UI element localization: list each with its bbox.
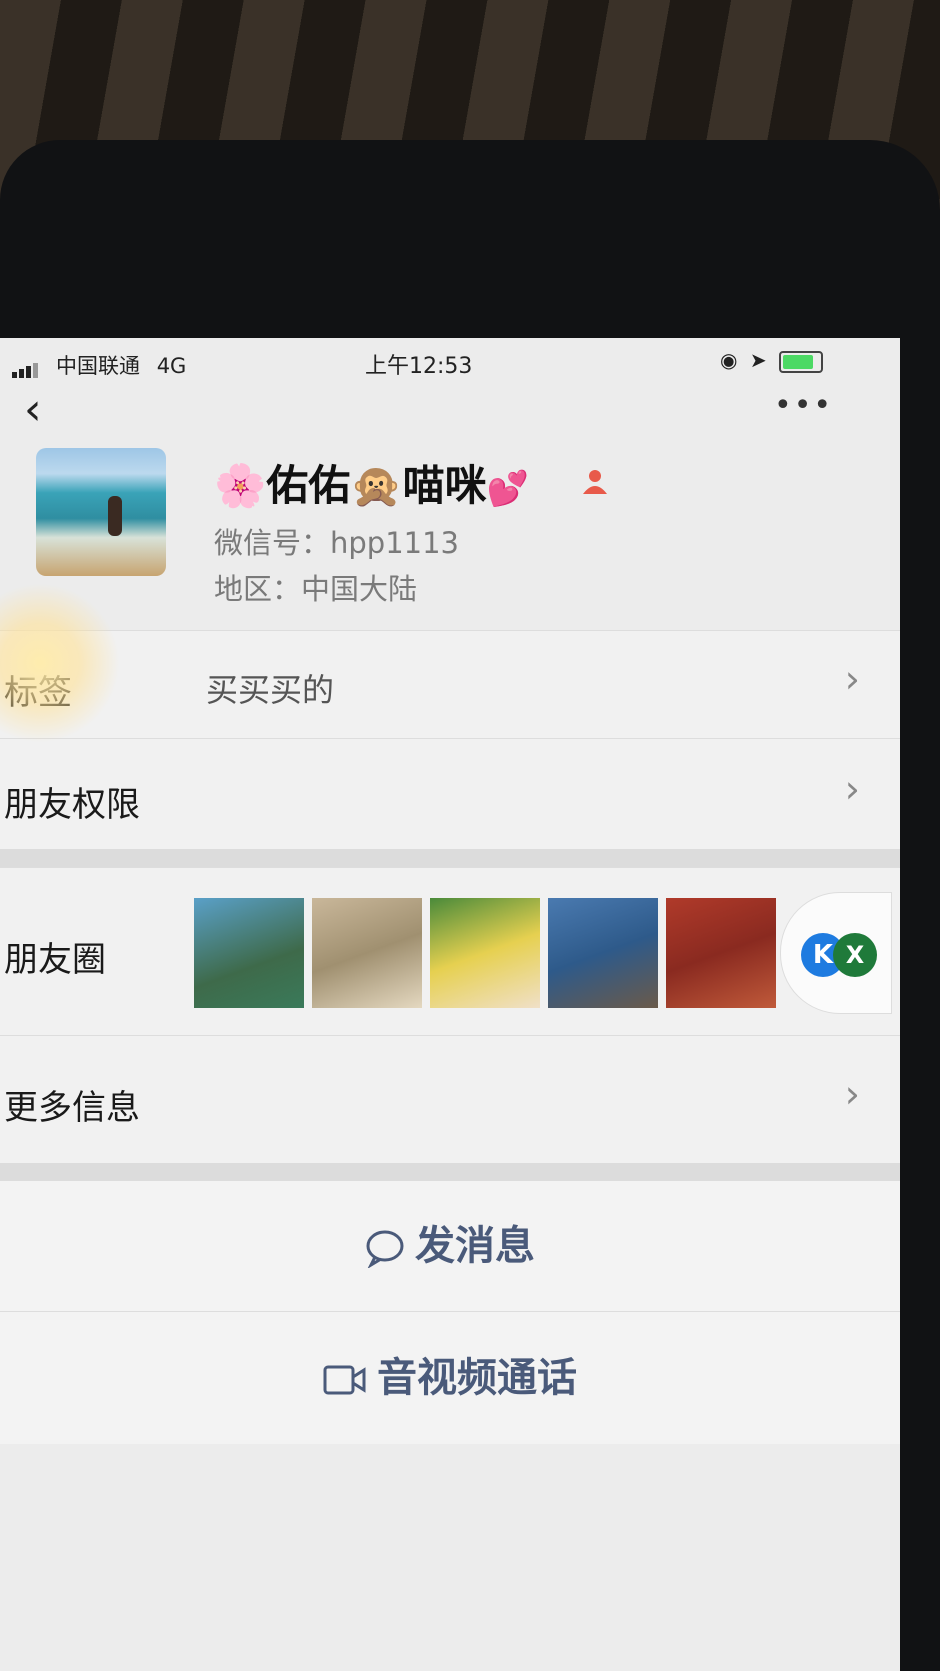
avatar[interactable]: [36, 448, 166, 576]
moment-thumbnail[interactable]: [194, 898, 304, 1008]
moment-thumbnail[interactable]: [430, 898, 540, 1008]
battery-icon: [778, 350, 823, 373]
back-icon[interactable]: ‹: [24, 388, 42, 432]
status-bar: 中国联通 4G 上午12:53 ◉ ➤: [0, 338, 880, 386]
more-info-label: 更多信息: [4, 1088, 140, 1128]
chevron-right-icon: ›: [844, 657, 860, 701]
nickname-text-1: 佑佑: [266, 461, 351, 510]
chat-bubble-icon: [366, 1230, 404, 1269]
wechat-id: 微信号：hpp1113: [214, 526, 459, 560]
moments-row[interactable]: 朋友圈 K X: [0, 867, 900, 1036]
signal-icon: [12, 354, 40, 378]
tag-row[interactable]: 标签 买买买的 ›: [0, 630, 900, 739]
section-divider: [0, 849, 900, 867]
moments-label: 朋友圈: [4, 940, 106, 980]
chevron-right-icon: ›: [844, 1072, 860, 1116]
more-dots-icon[interactable]: •••: [774, 388, 833, 423]
flower-emoji: 🌸: [214, 461, 267, 510]
video-call-button[interactable]: 音视频通话: [0, 1312, 900, 1444]
carrier-label: 中国联通 4G: [56, 350, 186, 380]
heart-emoji: 💕: [486, 469, 529, 509]
video-camera-icon: [323, 1365, 366, 1395]
screen: 中国联通 4G 上午12:53 ◉ ➤ ‹ ••• 🌸佑佑🙊喵咪💕 微信号：hp…: [0, 338, 900, 1671]
carrier-name: 中国联通: [56, 354, 140, 378]
send-message-button[interactable]: 发消息: [0, 1181, 900, 1312]
region: 地区：中国大陆: [214, 572, 418, 606]
tag-value: 买买买的: [206, 671, 335, 709]
network-type: 4G: [156, 354, 187, 378]
monkey-emoji: 🙊: [350, 461, 403, 510]
floating-app-badge[interactable]: K X: [780, 892, 892, 1014]
rotation-lock-icon: ◉: [720, 348, 738, 372]
location-icon: ➤: [749, 348, 767, 372]
status-indicators: ◉ ➤: [720, 348, 823, 373]
moment-thumbnail[interactable]: [548, 898, 658, 1008]
chevron-right-icon: ›: [844, 767, 860, 811]
person-icon: [583, 470, 607, 494]
video-call-label: 音视频通话: [377, 1355, 577, 1401]
nickname: 🌸佑佑🙊喵咪💕: [214, 452, 529, 513]
status-time: 上午12:53: [365, 354, 473, 379]
more-info-row[interactable]: 更多信息 ›: [0, 1035, 900, 1164]
nickname-text-2: 喵咪: [402, 461, 487, 510]
app-x-icon: X: [833, 933, 877, 977]
moment-thumbnail[interactable]: [312, 898, 422, 1008]
permissions-row[interactable]: 朋友权限 ›: [0, 738, 900, 849]
section-divider: [0, 1163, 900, 1181]
permissions-label: 朋友权限: [4, 785, 140, 825]
send-message-label: 发消息: [415, 1223, 535, 1269]
moment-thumbnail[interactable]: [666, 898, 776, 1008]
